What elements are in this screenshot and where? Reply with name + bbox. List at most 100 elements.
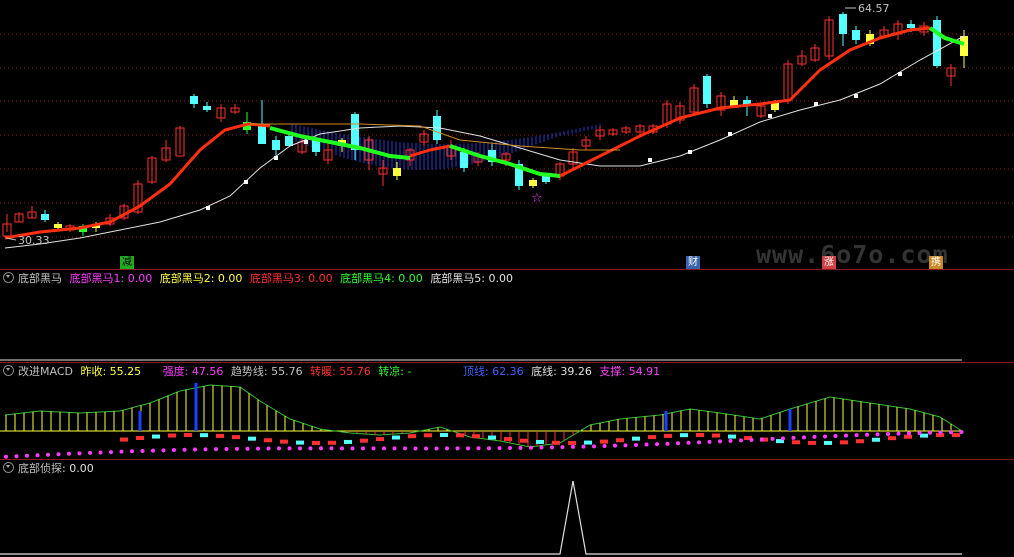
macd-block — [856, 439, 864, 444]
macd-support-dot — [287, 446, 292, 451]
badge-cai[interactable]: 财 — [686, 256, 700, 269]
ma-dot — [898, 72, 902, 76]
macd-block — [712, 433, 720, 438]
macd-block — [872, 437, 880, 442]
macd-support-dot — [340, 446, 344, 451]
macd-block — [232, 435, 240, 440]
macd-block — [728, 434, 736, 439]
candle — [529, 180, 537, 186]
collapse-icon[interactable] — [3, 365, 14, 376]
macd-block — [888, 436, 896, 441]
ma-dot — [274, 156, 278, 160]
macd-block — [648, 435, 656, 440]
indicator-pane-detective[interactable]: 底部侦探: 0.00 — [0, 460, 1014, 557]
macd-support-dot — [25, 453, 29, 458]
macd-support-dot — [539, 445, 544, 450]
macd-block — [840, 440, 848, 445]
macd-block — [632, 436, 640, 441]
macd-support-dot — [907, 431, 911, 436]
macd-block — [264, 438, 272, 443]
watermark: www.6o7o.com — [756, 240, 949, 269]
candle — [852, 30, 860, 40]
macd-support-dot — [182, 447, 187, 452]
macd-block — [488, 435, 496, 440]
macd-block — [680, 433, 688, 438]
pane3-item: 底线: 39.26 — [531, 365, 592, 378]
pane3-item: 昨收: 55.25 — [80, 365, 142, 378]
macd-block — [568, 440, 576, 445]
macd-support-dot — [686, 440, 691, 445]
macd-block — [792, 440, 800, 445]
badge-xie[interactable]: 携 — [929, 256, 943, 269]
indicator-pane-bottom-horse[interactable]: 底部黑马 底部黑马1: 0.00 底部黑马2: 0.00 底部黑马3: 0.00… — [0, 270, 1014, 362]
macd-block — [456, 433, 464, 438]
badge-zhang[interactable]: 涨 — [822, 256, 836, 269]
macd-support-dot — [193, 447, 197, 452]
star-icon: ☆ — [531, 191, 543, 206]
macd-block — [152, 434, 160, 439]
macd-support-dot — [749, 437, 754, 442]
macd-support-dot — [529, 445, 533, 450]
macd-support-dot — [886, 431, 890, 436]
badge-jian[interactable]: 减 — [120, 256, 134, 269]
macd-support-dot — [266, 446, 271, 451]
macd-block — [296, 440, 304, 445]
candle — [190, 96, 198, 104]
macd-block — [584, 440, 592, 445]
macd-block — [168, 433, 176, 438]
candle — [907, 24, 915, 28]
macd-block — [424, 433, 432, 438]
macd-support-dot — [833, 434, 838, 439]
macd-support-dot — [130, 449, 134, 454]
candle — [703, 76, 711, 104]
macd-block — [600, 439, 608, 444]
candle — [542, 176, 550, 182]
macd-support-dot — [497, 446, 502, 451]
macd-block — [440, 433, 448, 438]
macd-support-dot — [823, 434, 827, 439]
macd-block — [552, 440, 560, 445]
candle — [54, 224, 62, 228]
macd-support-dot — [109, 450, 113, 455]
macd-support-dot — [844, 433, 848, 438]
macd-support-dot — [14, 454, 19, 459]
macd-support-dot — [875, 432, 880, 437]
macd-support-dot — [896, 431, 901, 436]
candle — [393, 168, 401, 176]
macd-block — [904, 434, 912, 439]
macd-support-dot — [644, 442, 649, 447]
macd-support-dot — [518, 445, 523, 450]
macd-block — [616, 438, 624, 443]
macd-support-dot — [959, 430, 964, 435]
macd-block — [408, 434, 416, 439]
macd-support-dot — [350, 446, 355, 451]
macd-support-dot — [739, 438, 743, 443]
ma-dot — [648, 158, 652, 162]
macd-support-dot — [245, 446, 250, 451]
macd-support-dot — [560, 445, 565, 450]
price-chart[interactable]: 64.57 30.33 ☆ — [0, 0, 1014, 269]
pane3-header: 改进MACD 昨收: 55.25 强度: 47.56 趋势线: 55.76 转暖… — [0, 365, 664, 379]
low-price-label: 30.33 — [18, 234, 50, 247]
pane4-plot — [0, 480, 962, 555]
macd-support-dot — [581, 444, 586, 449]
macd-support-dot — [235, 446, 239, 451]
macd-block — [808, 440, 816, 445]
price-pane[interactable]: 64.57 30.33 ☆ www.6o7o.com 减 财 涨 携 — [0, 0, 1014, 269]
macd-block — [504, 437, 512, 442]
macd-support-dot — [487, 446, 491, 451]
macd-support-dot — [455, 446, 460, 451]
ma-dot — [206, 206, 210, 210]
macd-block — [328, 440, 336, 445]
macd-support-dot — [382, 446, 386, 451]
macd-support-dot — [676, 441, 680, 446]
indicator-pane-macd[interactable]: 改进MACD 昨收: 55.25 强度: 47.56 趋势线: 55.76 转暖… — [0, 363, 1014, 459]
macd-block — [664, 433, 672, 438]
macd-block — [344, 439, 352, 444]
macd-support-dot — [256, 446, 260, 451]
macd-support-dot — [161, 448, 166, 453]
pane3-item: 强度: 47.56 — [162, 365, 224, 378]
macd-block — [952, 433, 960, 438]
pane3-item: 转凉: - — [378, 365, 412, 378]
macd-support-dot — [319, 446, 323, 451]
